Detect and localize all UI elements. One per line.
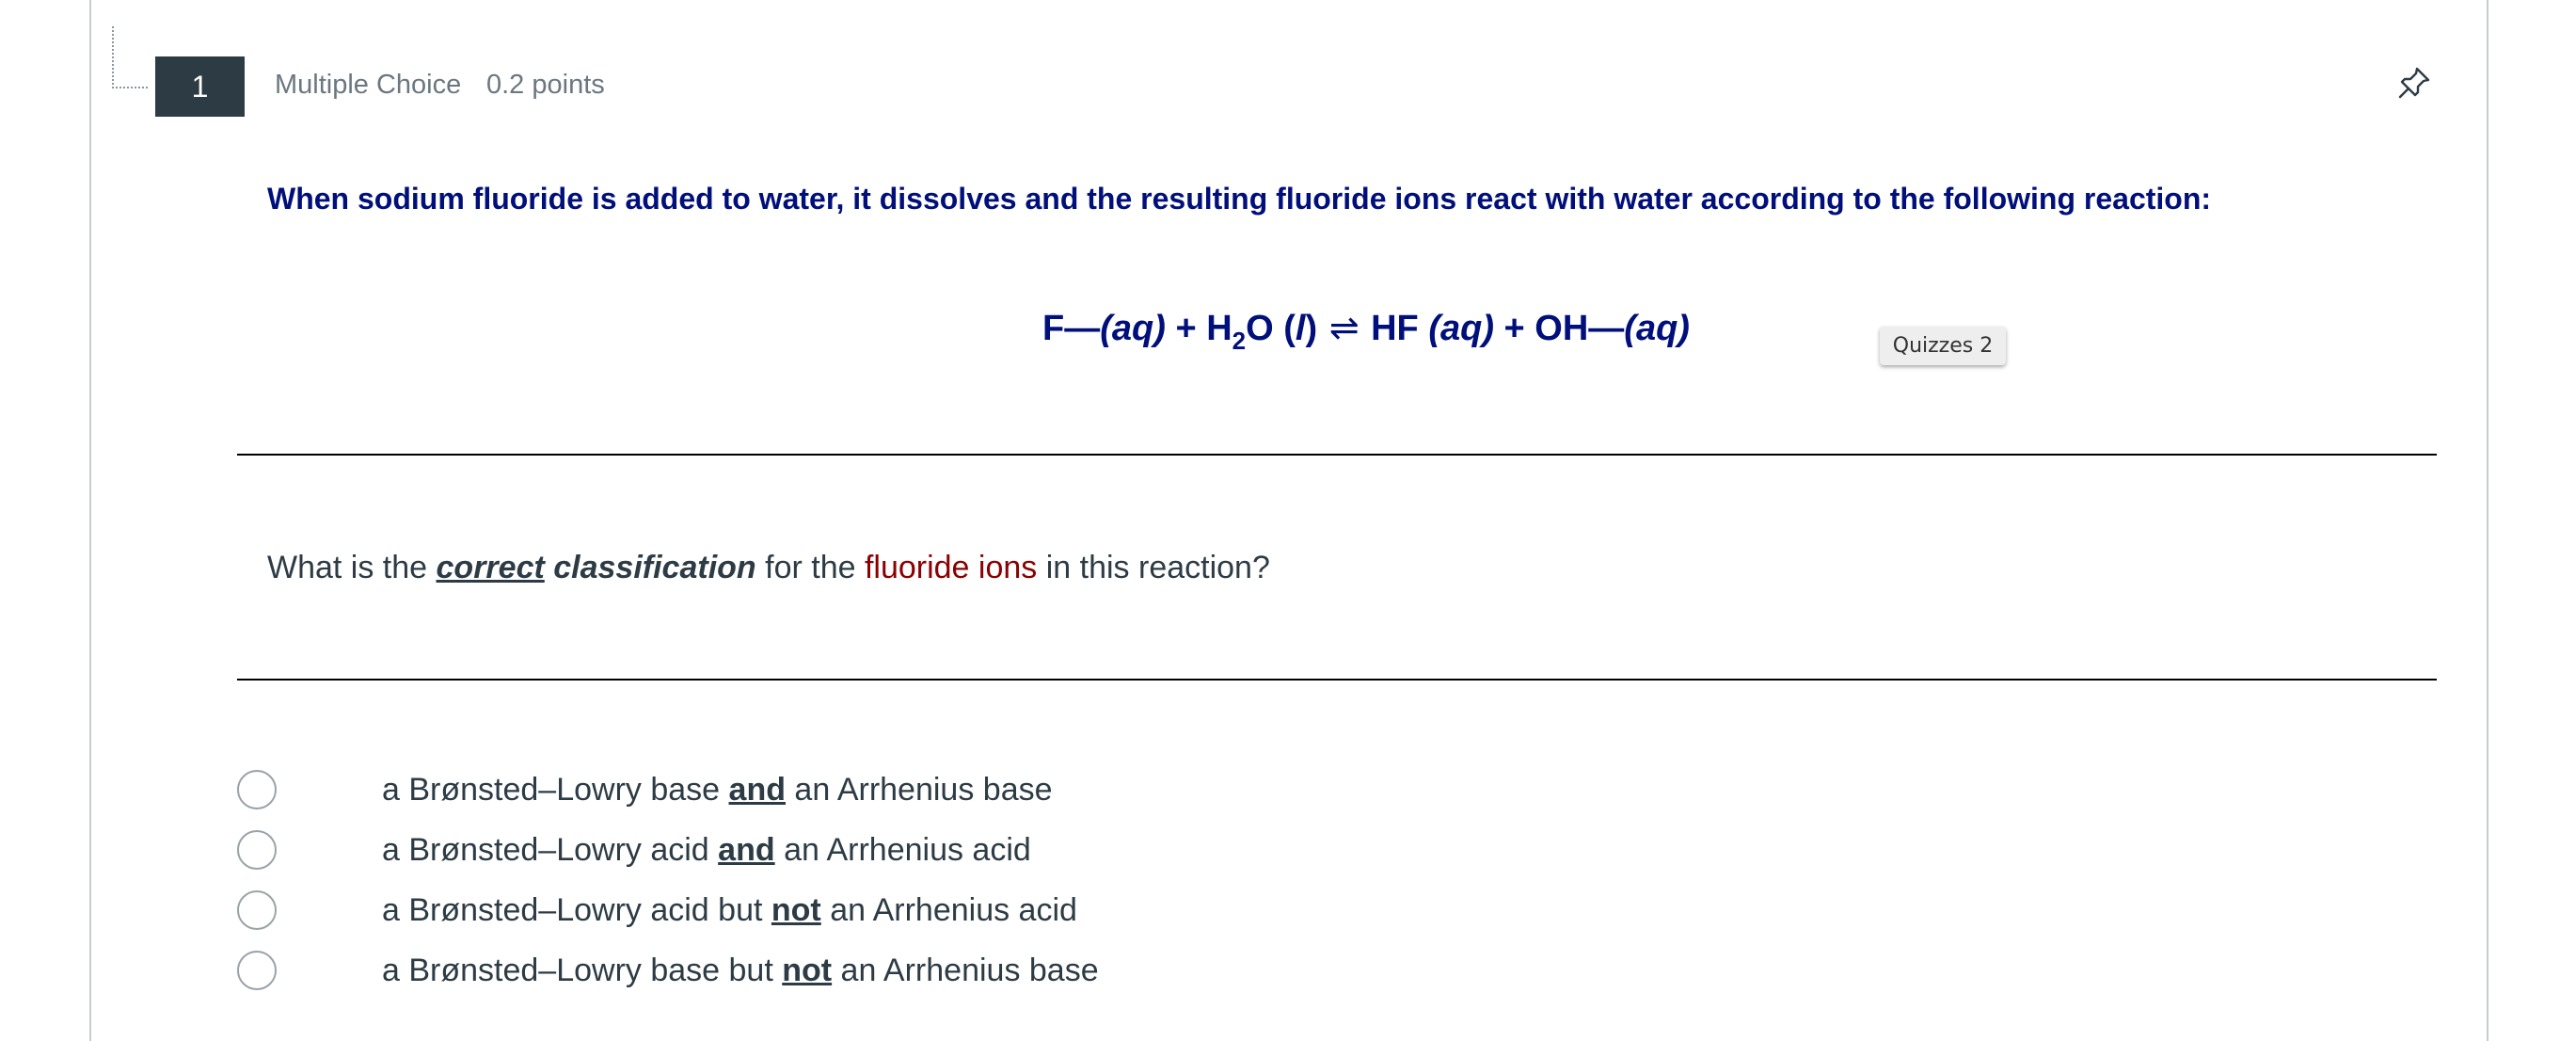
divider-bottom [237, 679, 2437, 681]
answer-emphasis: and [728, 771, 786, 808]
divider-top [237, 454, 2437, 456]
radio-button[interactable] [237, 770, 277, 809]
question-type-label: Multiple Choice [275, 70, 462, 100]
fluoride-symbol: F [1042, 309, 1065, 348]
hf-state: (aq) [1428, 309, 1494, 348]
radio-button[interactable] [237, 890, 277, 930]
answer-text-post: an Arrhenius base [832, 952, 1099, 988]
answer-option[interactable]: a Brønsted–Lowry acid but not an Arrheni… [237, 889, 1077, 932]
answer-option[interactable]: a Brønsted–Lowry base but not an Arrheni… [237, 949, 1099, 992]
answer-label[interactable]: a Brønsted–Lowry base but not an Arrheni… [382, 953, 1099, 989]
answer-text-post: an Arrhenius acid [820, 891, 1077, 928]
plus-sign: + [1175, 309, 1197, 348]
answer-text-pre: a Brønsted–Lowry base but [382, 952, 783, 988]
answer-text-pre: a Brønsted–Lowry acid but [382, 891, 771, 928]
answer-text-post: an Arrhenius acid [774, 831, 1031, 868]
pin-icon[interactable] [2395, 64, 2433, 102]
prompt-keyword-correct: correct [436, 550, 545, 585]
prompt-text: What is the [267, 550, 437, 585]
answer-text-post: an Arrhenius base [785, 771, 1053, 808]
hf-formula: HF [1371, 309, 1419, 348]
answer-label[interactable]: a Brønsted–Lowry acid but not an Arrheni… [382, 892, 1077, 929]
water-state: l [1295, 309, 1306, 348]
answer-option[interactable]: a Brønsted–Lowry base and an Arrhenius b… [237, 768, 1053, 811]
prompt-keyword-fluoride-ions: fluoride ions [864, 550, 1038, 585]
tree-connector-line [112, 26, 148, 88]
water-state-close: ) [1305, 309, 1318, 348]
prompt-text: in this reaction? [1037, 550, 1270, 585]
reaction-equation: F—(aq) + H2O (l) ⇌ HF (aq) + OH—(aq) [1042, 307, 1690, 353]
question-card [89, 0, 2489, 1041]
radio-button[interactable] [237, 830, 277, 870]
water-subscript: 2 [1232, 327, 1247, 355]
water-h: H [1206, 309, 1232, 348]
question-number-badge: 1 [155, 56, 245, 117]
prompt-text: for the [755, 550, 865, 585]
answer-emphasis: and [718, 831, 775, 868]
radio-button[interactable] [237, 951, 277, 990]
question-prompt: What is the correct classification for t… [267, 550, 1270, 586]
water-o: O [1246, 309, 1274, 348]
quizzes-tooltip: Quizzes 2 [1880, 327, 2006, 365]
answer-text-pre: a Brønsted–Lowry acid [382, 831, 719, 868]
hydroxide-charge: — [1588, 309, 1625, 348]
hydroxide-formula: OH [1534, 309, 1589, 348]
prompt-keyword-classification: classification [553, 550, 756, 585]
plus-sign-2: + [1503, 309, 1525, 348]
fluoride-state: (aq) [1100, 309, 1166, 348]
hydroxide-state: (aq) [1624, 309, 1690, 348]
question-points-label: 0.2 points [486, 70, 605, 100]
answer-emphasis: not [771, 891, 821, 928]
question-intro-text: When sodium fluoride is added to water, … [267, 182, 2212, 216]
fluoride-charge: — [1064, 309, 1101, 348]
answer-text-pre: a Brønsted–Lowry base [382, 771, 729, 808]
answer-label[interactable]: a Brønsted–Lowry acid and an Arrhenius a… [382, 832, 1031, 869]
equilibrium-arrow: ⇌ [1328, 309, 1360, 348]
answer-option[interactable]: a Brønsted–Lowry acid and an Arrhenius a… [237, 828, 1031, 872]
answer-emphasis: not [782, 952, 833, 988]
answer-label[interactable]: a Brønsted–Lowry base and an Arrhenius b… [382, 772, 1053, 809]
water-state-open: ( [1283, 309, 1296, 348]
